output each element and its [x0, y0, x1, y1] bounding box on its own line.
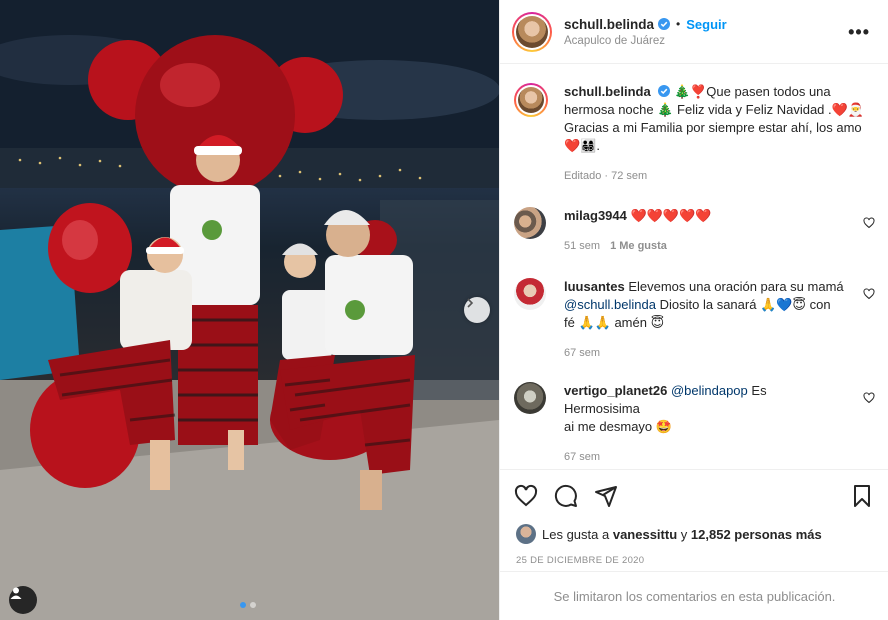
- next-photo-button[interactable]: [464, 297, 490, 323]
- comment-time: 51 sem: [564, 240, 601, 252]
- liker-username[interactable]: vanessittu: [613, 527, 677, 542]
- post-photo[interactable]: [0, 0, 499, 620]
- comments-limited-notice: Se limitaron los comentarios en esta pub…: [500, 571, 888, 620]
- comment-author[interactable]: luusantes: [564, 279, 625, 294]
- post-side-panel: schull.belinda • Seguir Acapulco de Juár…: [499, 0, 888, 620]
- bookmark-icon[interactable]: [850, 484, 874, 508]
- carousel-indicator: [240, 602, 256, 608]
- chevron-right-icon: [467, 298, 474, 308]
- comment-icon[interactable]: [554, 484, 578, 508]
- verified-icon: [658, 18, 671, 30]
- liker-avatar: [516, 524, 536, 544]
- likes-middle: y: [680, 526, 688, 542]
- likes-count[interactable]: 12,852 personas más: [691, 527, 822, 542]
- post-date[interactable]: 25 DE DICIEMBRE DE 2020: [516, 555, 644, 566]
- carousel-dot-1: [240, 602, 246, 608]
- comment-author[interactable]: milag3944: [564, 208, 627, 223]
- caption-author[interactable]: schull.belinda: [564, 84, 651, 99]
- caption-text-1: 🎄❣️Que pasen todos una: [673, 84, 831, 99]
- user-tags-button[interactable]: [9, 586, 37, 614]
- author-avatar[interactable]: [512, 11, 552, 52]
- caption-text-3: Gracias a mi Familia por siempre estar a…: [564, 120, 862, 135]
- like-comment-heart-icon[interactable]: [863, 288, 875, 300]
- comment-likes[interactable]: 1 Me gusta: [610, 237, 667, 255]
- caption-text-2: hermosa noche 🎄 Feliz vida y Feliz Navid…: [564, 102, 865, 117]
- commenter-avatar[interactable]: [514, 207, 546, 239]
- action-bar: [514, 484, 874, 510]
- photo-illustration: [0, 0, 499, 620]
- more-options-icon[interactable]: •••: [848, 22, 870, 43]
- heart-icon[interactable]: [514, 484, 538, 508]
- comment-time: 67 sem: [564, 451, 601, 463]
- post-header: schull.belinda • Seguir Acapulco de Juár…: [500, 0, 888, 64]
- caption-avatar[interactable]: [514, 83, 548, 117]
- comment-mention[interactable]: @belindapop: [671, 383, 748, 398]
- caption-meta: Editado · 72 sem: [564, 170, 648, 182]
- post-location[interactable]: Acapulco de Juárez: [564, 35, 727, 47]
- comment-author[interactable]: vertigo_planet26: [564, 383, 667, 398]
- caption-text-4: ❤️👨‍👩‍👧‍👦.: [564, 138, 600, 153]
- like-comment-heart-icon[interactable]: [863, 217, 875, 229]
- carousel-dot-2: [250, 602, 256, 608]
- likes-prefix: Les gusta a: [542, 526, 610, 542]
- user-tag-icon: [10, 587, 22, 599]
- likes-summary[interactable]: Les gusta a vanessittu y 12,852 personas…: [516, 524, 822, 544]
- comments-list[interactable]: schull.belinda 🎄❣️Que pasen todos una he…: [500, 65, 888, 470]
- commenter-avatar[interactable]: [514, 278, 546, 310]
- verified-icon: [658, 85, 671, 97]
- comment-text: ai me desmayo 🤩: [564, 419, 672, 434]
- comment-text: Diosito la sanará 🙏💙😇 con: [659, 297, 831, 312]
- header-separator: •: [676, 17, 681, 31]
- share-icon[interactable]: [594, 484, 618, 508]
- like-comment-heart-icon[interactable]: [863, 392, 875, 404]
- comment-time: 67 sem: [564, 347, 601, 359]
- follow-button[interactable]: Seguir: [686, 17, 726, 32]
- author-username[interactable]: schull.belinda: [564, 17, 654, 32]
- commenter-avatar[interactable]: [514, 382, 546, 414]
- comment-text: Elevemos una oración para su mamá: [628, 279, 844, 294]
- comment-mention[interactable]: @schull.belinda: [564, 297, 656, 312]
- comment-text: ❤️❤️❤️❤️❤️: [630, 208, 712, 223]
- comment-text: fé 🙏🙏 amén 😇: [564, 315, 665, 330]
